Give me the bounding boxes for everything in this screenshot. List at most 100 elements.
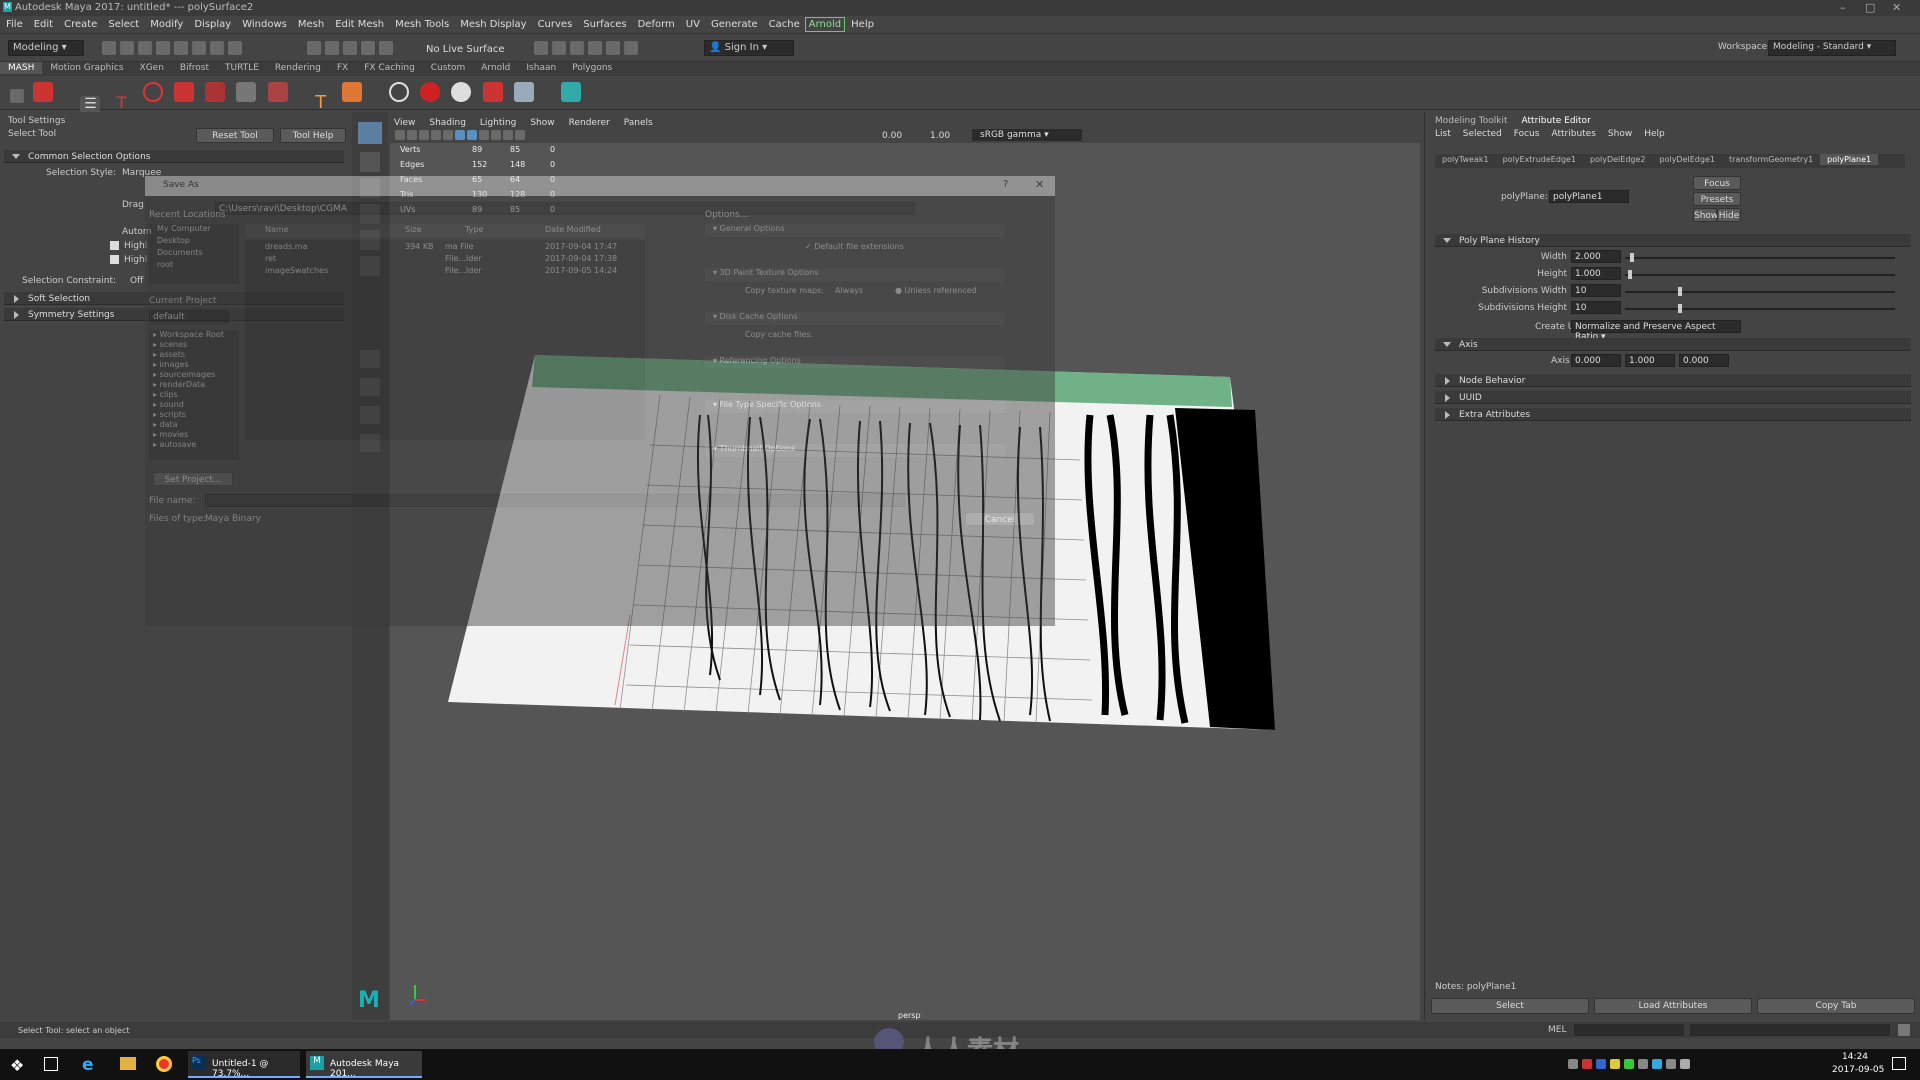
project-folder-item[interactable]: ▸ movies [149, 430, 239, 440]
copy-unless-option[interactable]: ● Unless referenced [895, 286, 977, 295]
sign-in-button[interactable]: 👤 Sign In ▾ [704, 40, 794, 56]
node-tab[interactable]: polyDelEdge2 [1583, 154, 1652, 165]
render-frame-icon[interactable] [534, 41, 548, 55]
places-item[interactable]: My Computer [149, 224, 239, 236]
undo-icon[interactable] [156, 41, 170, 55]
redo-icon[interactable] [174, 41, 188, 55]
snap-surface-icon[interactable] [379, 41, 393, 55]
script-editor-icon[interactable] [1898, 1024, 1910, 1036]
file-row[interactable]: imageSwatches File...lder 2017-09-05 14:24 [245, 266, 645, 278]
svg-tool-icon[interactable] [341, 82, 362, 102]
hypershade-icon[interactable] [588, 41, 602, 55]
task-view-icon[interactable] [44, 1057, 58, 1071]
project-folder-item[interactable]: ▸ scripts [149, 410, 239, 420]
notifications-icon[interactable] [1892, 1057, 1906, 1070]
text-tool-icon[interactable]: T [112, 93, 132, 113]
option-section[interactable]: ▾ General Options [705, 224, 1005, 237]
file-column-header[interactable]: Size [405, 225, 421, 234]
create-uvs-dropdown[interactable]: Normalize and Preserve Aspect Ratio ▾ [1571, 320, 1741, 342]
mash-network-icon[interactable] [33, 82, 54, 102]
shelf-tab-xgen[interactable]: XGen [132, 62, 172, 74]
file-type-value[interactable]: Maya Binary [205, 514, 261, 524]
ae-menu-show[interactable]: Show [1608, 129, 1632, 139]
dialog-close-icon[interactable]: ✕ [1035, 178, 1044, 191]
loop-icon[interactable] [389, 82, 410, 102]
command-line-input[interactable] [1574, 1024, 1684, 1036]
file-row[interactable]: dreads.ma 394 KB ma File 2017-09-04 17:47 [245, 242, 645, 254]
open-scene-icon[interactable] [120, 41, 134, 55]
frame-extra-attributes[interactable]: Extra Attributes [1435, 408, 1911, 421]
selection-constraint-value[interactable]: Off [130, 276, 143, 286]
show-button[interactable]: Show [1693, 208, 1718, 222]
shelf-tab-custom[interactable]: Custom [423, 62, 473, 74]
type-tool-icon[interactable]: T [311, 92, 331, 113]
select-hierarchy-icon[interactable] [192, 41, 206, 55]
maximize-icon[interactable]: □ [1865, 1, 1875, 14]
save-scene-icon[interactable] [138, 41, 152, 55]
menu-modify[interactable]: Modify [144, 16, 188, 30]
focus-button[interactable]: Focus [1693, 176, 1741, 190]
ae-menu-list[interactable]: List [1435, 129, 1451, 139]
project-dropdown[interactable]: default [149, 310, 229, 323]
dialog-titlebar[interactable]: Save As ? ✕ [145, 176, 1055, 196]
drag-label[interactable]: Drag [122, 200, 144, 210]
chrome-icon[interactable] [156, 1056, 172, 1072]
tray-icon-7[interactable] [1652, 1059, 1662, 1069]
shelf-tab-fx[interactable]: FX [329, 62, 356, 74]
highlight2-checkbox[interactable] [110, 255, 119, 264]
shelf-tab-ishaan[interactable]: Ishaan [518, 62, 564, 74]
snap-view-icon[interactable] [361, 41, 375, 55]
project-folder-item[interactable]: ▸ Workspace Root [149, 330, 239, 340]
node-tab[interactable]: polyDelEdge1 [1653, 154, 1722, 165]
arnold-render-icon[interactable] [606, 41, 620, 55]
tray-icon-3[interactable] [1596, 1059, 1606, 1069]
dots-network-icon[interactable] [267, 82, 288, 102]
menu-mesh-tools[interactable]: Mesh Tools [389, 16, 454, 30]
fx-icon[interactable] [513, 82, 534, 102]
menu-curves[interactable]: Curves [532, 16, 578, 30]
option-section[interactable]: ▾ File Type Specific Options [705, 400, 1005, 413]
menu-select[interactable]: Select [102, 16, 144, 30]
menu-generate[interactable]: Generate [705, 16, 763, 30]
windows-start-icon[interactable]: ❖ [10, 1056, 24, 1075]
copy-tab-button[interactable]: Copy Tab [1757, 998, 1915, 1014]
default-ext-option[interactable]: ✓ Default file extensions [805, 242, 904, 251]
node-tab[interactable]: polyTweak1 [1435, 154, 1496, 165]
project-folder-item[interactable]: ▸ sourceimages [149, 370, 239, 380]
taskbar-maya[interactable]: M Autodesk Maya 201... [306, 1051, 422, 1079]
places-item[interactable]: root [149, 260, 239, 272]
tool-help-button[interactable]: Tool Help [280, 128, 346, 143]
project-folder-item[interactable]: ▸ renderData [149, 380, 239, 390]
highlight1-checkbox[interactable] [110, 241, 119, 250]
menu-surfaces[interactable]: Surfaces [577, 16, 631, 30]
presets-button[interactable]: Presets [1693, 192, 1741, 206]
shelf-tab-mash[interactable]: MASH [0, 62, 43, 74]
render-settings-icon[interactable] [570, 41, 584, 55]
menu-windows[interactable]: Windows [236, 16, 292, 30]
attr-slider-handle[interactable] [1678, 304, 1683, 313]
axis-y-field[interactable]: 1.000 [1625, 354, 1675, 367]
shelf-menu-icon[interactable] [10, 89, 24, 103]
menu-deform[interactable]: Deform [632, 16, 680, 30]
node-tab[interactable]: transformGeometry1 [1722, 154, 1820, 165]
select-component-icon[interactable] [228, 41, 242, 55]
attr-value-field[interactable]: 10 [1571, 301, 1621, 314]
menu-help[interactable]: Help [845, 16, 879, 30]
workspace-dropdown[interactable]: Modeling - Standard ▾ [1768, 40, 1896, 56]
project-folder-item[interactable]: ▸ data [149, 420, 239, 430]
menu-file[interactable]: File [0, 16, 28, 30]
attr-value-field[interactable]: 1.000 [1571, 267, 1621, 280]
project-folder-item[interactable]: ▸ assets [149, 350, 239, 360]
file-column-header[interactable]: Name [265, 225, 289, 234]
menu-arnold[interactable]: Arnold [804, 17, 846, 32]
network-icon[interactable] [1666, 1059, 1676, 1069]
menu-edit[interactable]: Edit [28, 16, 58, 30]
frame-uuid[interactable]: UUID [1435, 391, 1911, 404]
select-button[interactable]: Select [1431, 998, 1589, 1014]
menu-mesh-display[interactable]: Mesh Display [454, 16, 531, 30]
file-name-field[interactable] [205, 494, 905, 507]
record-icon[interactable] [420, 82, 441, 102]
taskbar-photoshop[interactable]: Ps Untitled-1 @ 73.7%... [188, 1051, 300, 1079]
ae-menu-selected[interactable]: Selected [1463, 129, 1502, 139]
tray-icon-5[interactable] [1624, 1059, 1634, 1069]
